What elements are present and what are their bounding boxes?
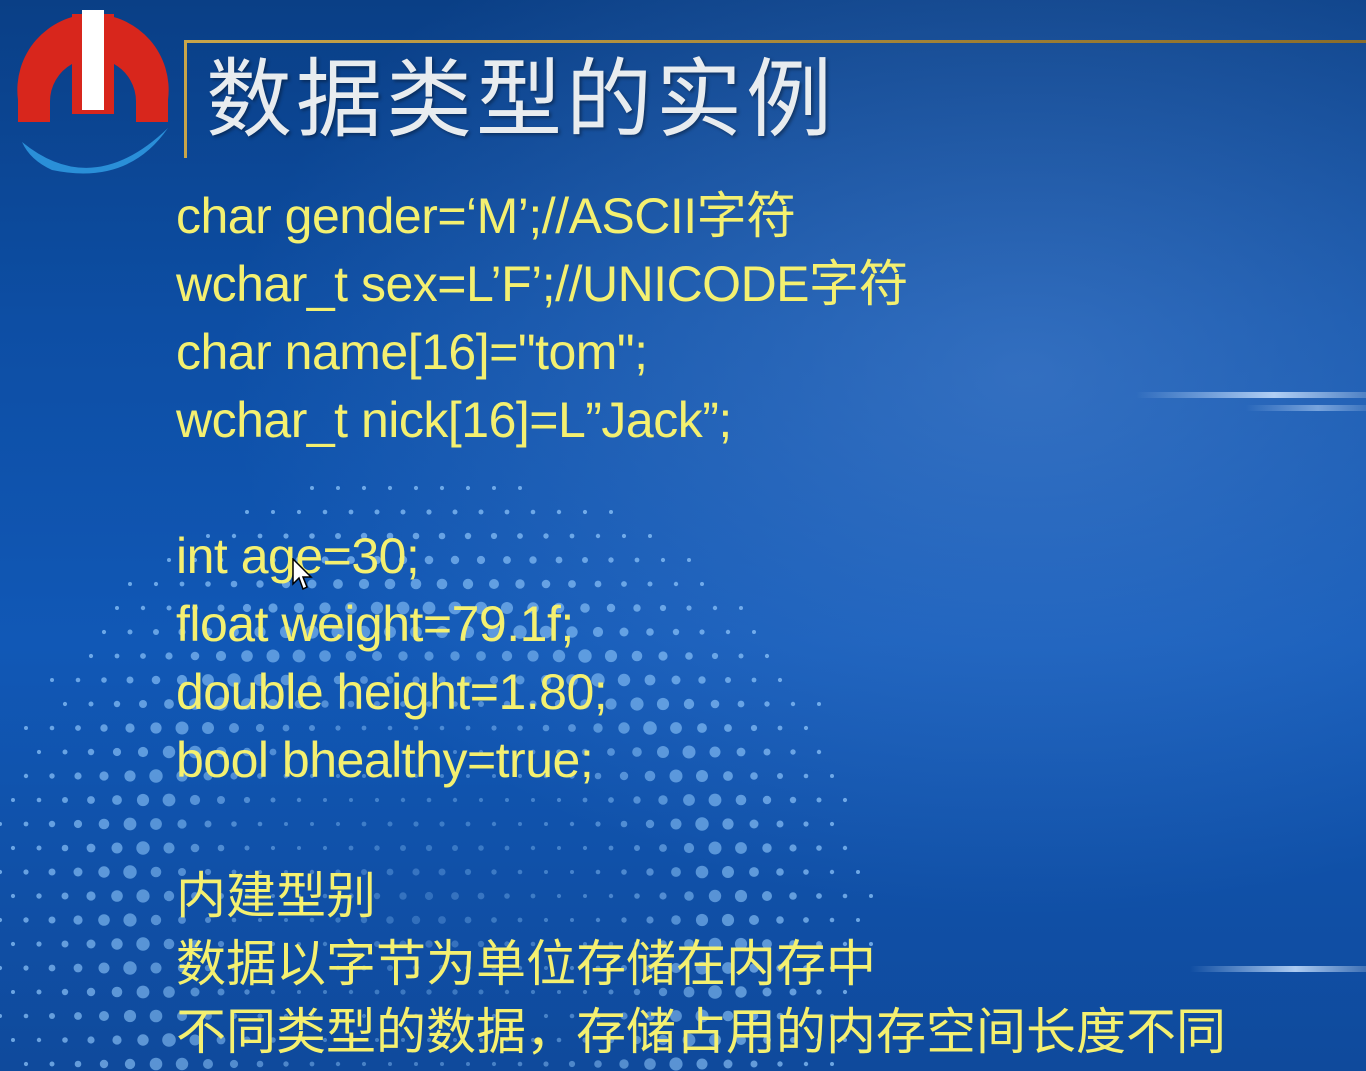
background-streak xyxy=(1246,405,1366,411)
code-line: int age=30; xyxy=(176,528,420,584)
code-line: wchar_t nick[16]=L”Jack”; xyxy=(176,392,732,448)
code-line: double height=1.80; xyxy=(176,664,608,720)
code-line: char gender=‘M’;//ASCII字符 xyxy=(176,188,796,244)
title-frame-top xyxy=(184,40,1366,43)
page-title: 数据类型的实例 xyxy=(206,50,836,150)
background-streak xyxy=(1136,392,1366,398)
code-line: char name[16]="tom"; xyxy=(176,324,648,380)
title-frame-left xyxy=(184,40,187,158)
code-line: float weight=79.1f; xyxy=(176,596,574,652)
note-item: 数据以字节为单位存储在内存中 xyxy=(176,935,876,993)
code-line: wchar_t sex=L’F’;//UNICODE字符 xyxy=(176,256,909,312)
note-item: 不同类型的数据，存储占用的内存空间长度不同 xyxy=(176,1003,1226,1061)
code-group-text-types: char gender=‘M’;//ASCII字符 wchar_t sex=L’… xyxy=(176,182,909,454)
code-group-numeric-types: int age=30; float weight=79.1f; double h… xyxy=(176,522,608,794)
logo-icon xyxy=(17,10,169,174)
code-line: bool bhealthy=true; xyxy=(176,732,594,788)
notes-list: 内建型别 数据以字节为单位存储在内存中 不同类型的数据，存储占用的内存空间长度不… xyxy=(176,862,1226,1066)
mouse-cursor-icon xyxy=(292,558,313,591)
note-item: 内建型别 xyxy=(176,867,376,925)
